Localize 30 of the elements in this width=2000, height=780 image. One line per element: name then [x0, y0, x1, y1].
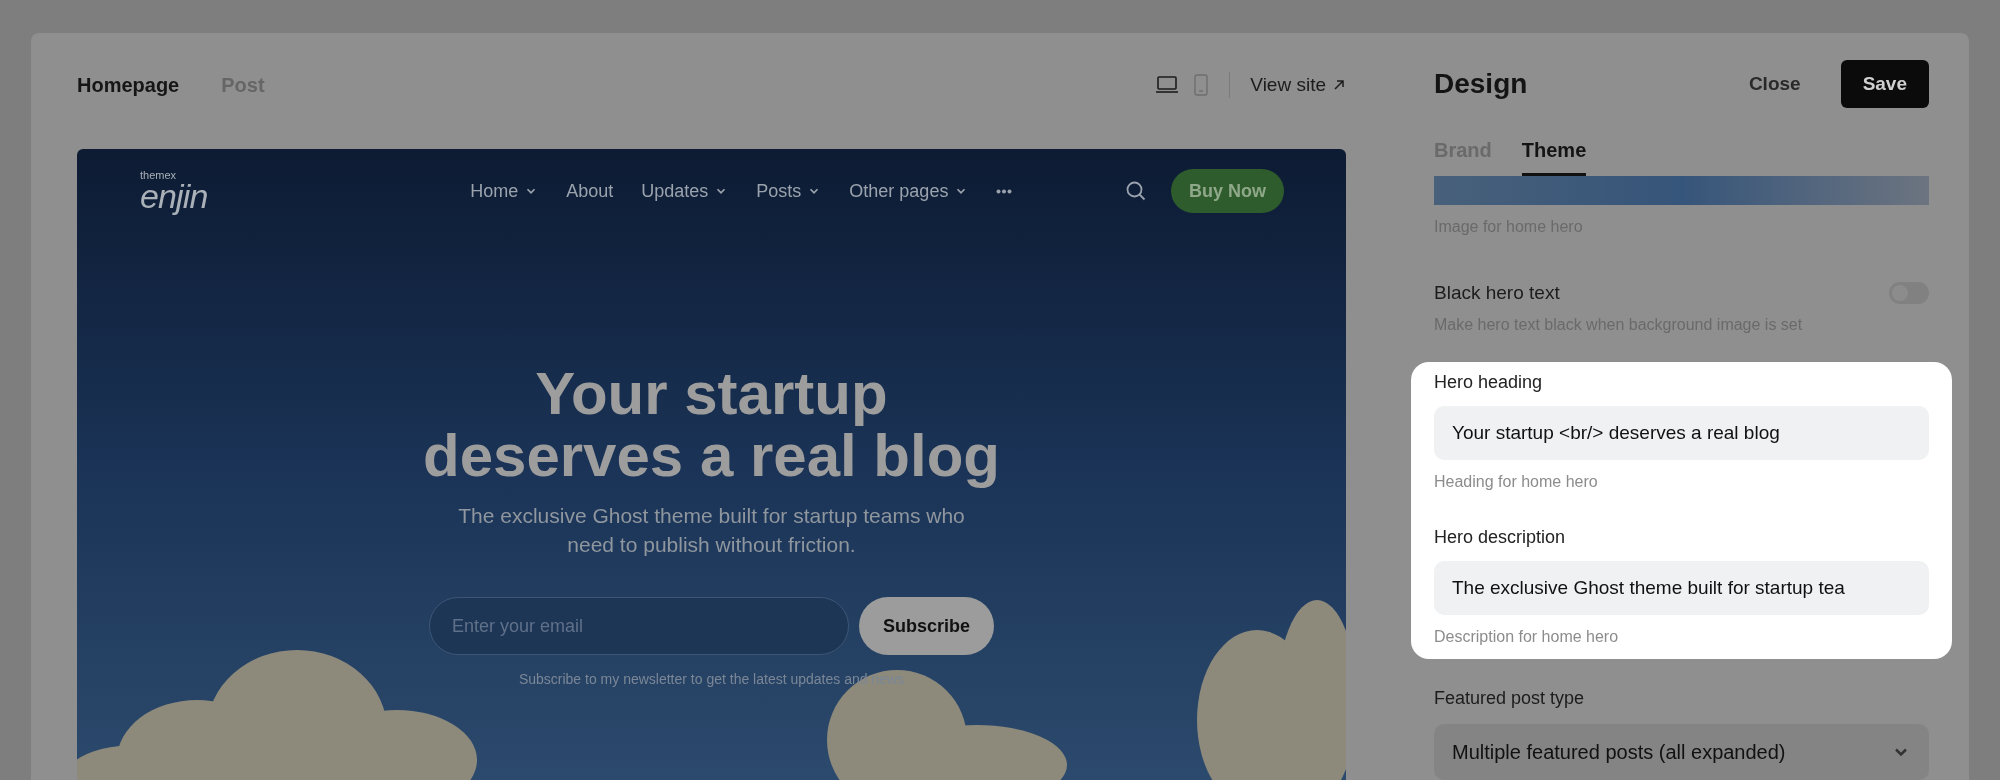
subscribe-button[interactable]: Subscribe [859, 597, 994, 655]
more-icon[interactable] [996, 188, 1013, 194]
nav-link[interactable]: Updates [641, 177, 729, 205]
save-button[interactable]: Save [1840, 59, 1929, 108]
search-icon[interactable] [1125, 180, 1147, 202]
field-label: Hero description [1434, 526, 1567, 549]
field-label: Black hero text [1434, 280, 1560, 305]
hero-image-preview[interactable] [1434, 175, 1929, 205]
text-input-field[interactable]: The exclusive Ghost theme built for startup tea [1434, 561, 1929, 615]
close-button[interactable]: Close [1748, 69, 1801, 98]
field-hint: Heading for home hero [1434, 472, 1599, 492]
view-site-link[interactable]: View site [1250, 70, 1346, 100]
email-input-field[interactable]: Enter your email [429, 597, 849, 655]
nav-link[interactable]: About [566, 177, 614, 205]
laptop-icon[interactable] [1155, 75, 1180, 95]
panel-title: Design [1434, 66, 1528, 101]
logo-text: enjin [140, 178, 208, 213]
field-hint: Description for home hero [1434, 627, 1620, 647]
nav-link[interactable]: Home [470, 177, 539, 205]
nav-link[interactable]: Posts [756, 177, 822, 205]
arrow-up-right-icon [1332, 78, 1346, 92]
text-input-field[interactable]: Your startup <br/> deserves a real blog [1434, 406, 1929, 460]
hero-heading: Your startup deserves a real blog [423, 363, 1000, 487]
logo-small-text: themex [140, 169, 178, 181]
page-tab[interactable]: Homepage [77, 70, 180, 100]
field-label: Hero heading [1434, 371, 1544, 394]
nav-link[interactable]: Other pages [849, 177, 969, 205]
field-label: Featured post type [1434, 687, 1586, 710]
hero-subtitle: The exclusive Ghost theme built for startup teams who need to publish without friction. [458, 503, 965, 558]
select-dropdown[interactable]: Multiple featured posts (all expanded) [1434, 724, 1929, 780]
